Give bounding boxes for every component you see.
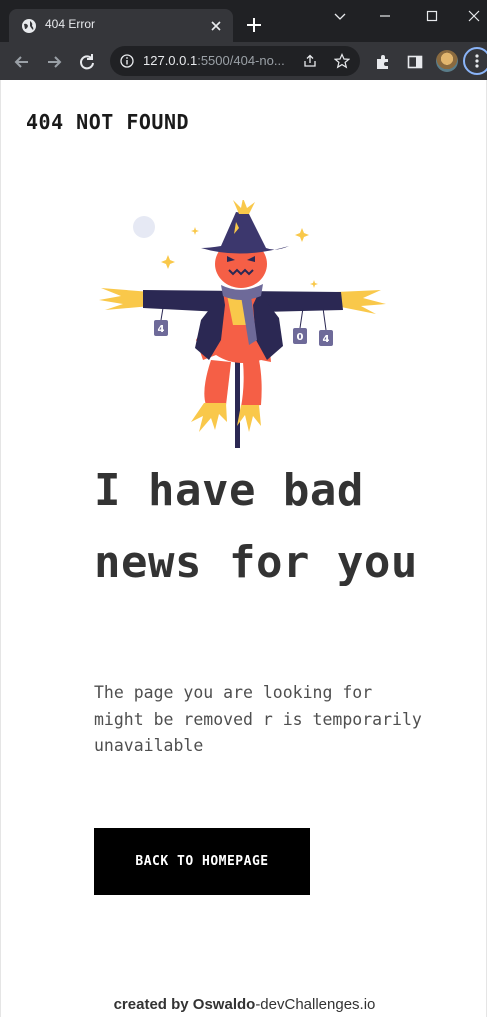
scarecrow-illustration: 4 0 4 — [99, 200, 386, 448]
extensions-puzzle-icon[interactable] — [374, 53, 392, 71]
back-arrow-icon[interactable] — [12, 52, 32, 72]
sign-mid-text: 0 — [297, 332, 304, 343]
back-to-homepage-button[interactable]: BACK TO HOMEPAGE — [94, 828, 310, 895]
forward-arrow-icon[interactable] — [44, 52, 64, 72]
error-description: The page you are looking for might be re… — [94, 683, 422, 755]
minimize-icon[interactable] — [377, 8, 393, 24]
share-icon[interactable] — [302, 53, 318, 69]
page-brand-title: 404 NOT FOUND — [26, 110, 190, 134]
tab-strip: 404 Error — [0, 0, 487, 42]
footer: created by Oswaldo-devChallenges.io — [1, 996, 487, 1013]
url-path: :5500/404-no... — [197, 53, 285, 68]
chevron-down-icon[interactable] — [332, 8, 348, 24]
maximize-icon[interactable] — [424, 8, 440, 24]
footer-credit: created by Oswaldo — [113, 996, 256, 1013]
browser-chrome: 404 Error 127.0.0.1:5500/404-no... — [0, 0, 487, 80]
headline: I have bad news for you — [94, 465, 418, 588]
window-close-icon[interactable] — [466, 8, 482, 24]
info-icon[interactable] — [120, 54, 134, 68]
url-text[interactable]: 127.0.0.1:5500/404-no... — [143, 53, 285, 68]
footer-site-link[interactable]: -devChallenges.io — [255, 996, 375, 1013]
tab-title: 404 Error — [45, 17, 96, 31]
profile-avatar[interactable] — [436, 50, 458, 72]
browser-tab[interactable]: 404 Error — [9, 9, 233, 42]
url-host: 127.0.0.1 — [143, 53, 198, 68]
browser-menu-button[interactable] — [463, 47, 487, 75]
sign-right-text: 4 — [323, 334, 330, 345]
browser-toolbar: 127.0.0.1:5500/404-no... — [0, 42, 487, 80]
more-vertical-icon — [475, 54, 479, 68]
address-bar[interactable]: 127.0.0.1:5500/404-no... — [110, 46, 360, 76]
new-tab-icon[interactable] — [245, 16, 263, 34]
close-icon[interactable] — [208, 18, 224, 34]
bookmark-star-icon[interactable] — [334, 53, 350, 69]
reload-icon[interactable] — [77, 52, 97, 72]
globe-icon — [22, 19, 36, 33]
side-panel-icon[interactable] — [406, 53, 424, 71]
page-content: 404 NOT FOUND 4 0 4 I have bad news for … — [0, 80, 487, 1017]
sign-left-text: 4 — [158, 324, 165, 335]
